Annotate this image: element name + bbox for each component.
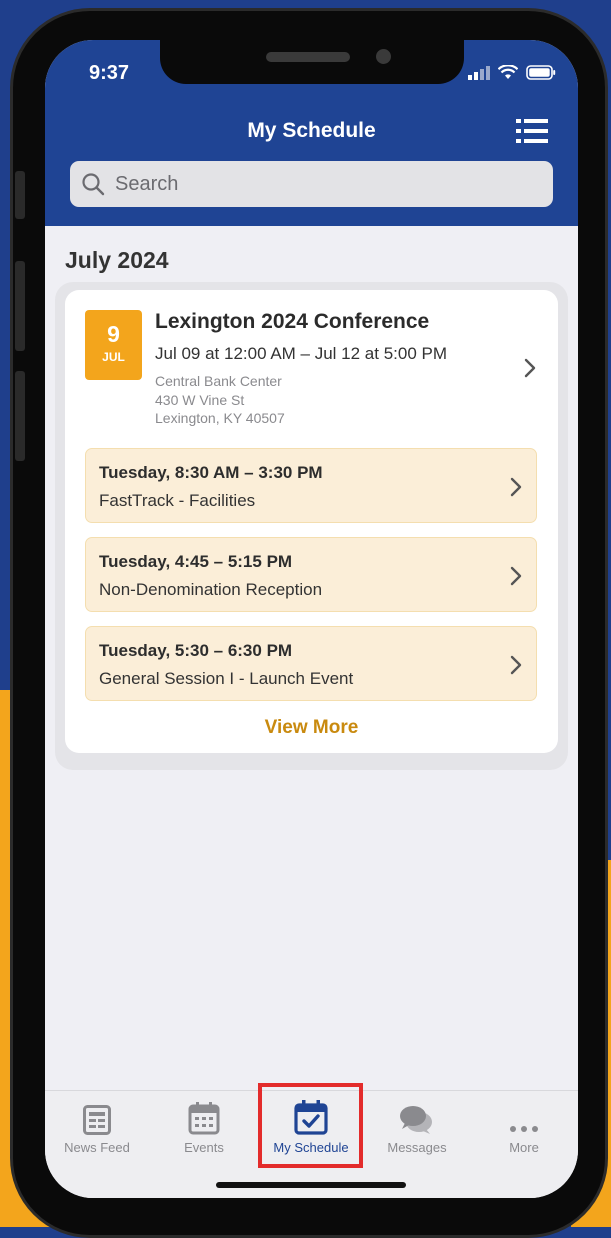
chevron-right-icon: [524, 358, 536, 378]
signal-icon: [468, 65, 490, 80]
list-menu-icon[interactable]: [516, 118, 548, 149]
search-input[interactable]: [113, 171, 517, 197]
session-item[interactable]: Tuesday, 8:30 AM – 3:30 PM FastTrack - F…: [85, 448, 537, 523]
event-venue: Central Bank Center: [155, 373, 282, 389]
search-bar[interactable]: [70, 161, 553, 207]
news-feed-icon: [83, 1105, 111, 1135]
home-indicator: [216, 1182, 406, 1188]
event-address-line1: 430 W Vine St: [155, 391, 245, 408]
tab-label: Events: [184, 1140, 224, 1155]
app-screen: 9:37 My Schedule Search July 2024 9 JUL …: [45, 40, 578, 1198]
session-name: Non-Denomination Reception: [99, 580, 323, 599]
session-time: Tuesday, 8:30 AM – 3:30 PM: [99, 463, 323, 482]
tab-label: News Feed: [64, 1140, 130, 1155]
mute-switch: [15, 171, 25, 219]
date-badge-day: 9: [107, 321, 120, 347]
tab-news-feed[interactable]: News Feed: [47, 1099, 147, 1155]
date-badge-month: JUL: [102, 350, 125, 364]
date-badge: 9 JUL: [85, 310, 142, 380]
chevron-right-icon: [510, 566, 522, 586]
ellipsis-icon: [510, 1126, 538, 1132]
session-time: Tuesday, 5:30 – 6:30 PM: [99, 641, 293, 660]
status-time: 9:37: [89, 62, 130, 84]
view-more-link[interactable]: View More: [65, 717, 558, 739]
session-time: Tuesday, 4:45 – 5:15 PM: [99, 552, 293, 571]
speaker: [266, 52, 350, 62]
tab-highlight-box: [258, 1083, 363, 1168]
volume-up-button: [15, 261, 25, 351]
session-item[interactable]: Tuesday, 5:30 – 6:30 PM General Session …: [85, 626, 537, 701]
month-heading: July 2024: [65, 247, 169, 273]
chevron-right-icon: [510, 655, 522, 675]
volume-down-button: [15, 371, 25, 461]
page-title: My Schedule: [247, 119, 376, 142]
status-icons: [468, 65, 556, 80]
notch: [160, 40, 464, 84]
event-datetime: Jul 09 at 12:00 AM – Jul 12 at 5:00 PM: [155, 344, 448, 363]
calendar-icon: [188, 1102, 220, 1135]
event-address-line2: Lexington, KY 40507: [155, 410, 285, 426]
event-title: Lexington 2024 Conference: [155, 310, 430, 333]
session-item[interactable]: Tuesday, 4:45 – 5:15 PM Non-Denomination…: [85, 537, 537, 612]
tab-label: Messages: [387, 1140, 447, 1155]
wifi-icon: [498, 65, 518, 79]
search-icon: [82, 173, 105, 196]
tab-label: More: [509, 1140, 539, 1155]
tab-events[interactable]: Events: [154, 1099, 254, 1155]
session-name: FastTrack - Facilities: [99, 491, 256, 510]
event-card: 9 JUL Lexington 2024 Conference Jul 09 a…: [65, 290, 558, 753]
battery-icon: [526, 65, 556, 80]
camera: [376, 49, 391, 64]
chat-bubbles-icon: [400, 1106, 432, 1134]
chevron-right-icon: [510, 477, 522, 497]
tab-more[interactable]: More: [474, 1099, 574, 1155]
event-address: Central Bank Center 430 W Vine St Lexing…: [155, 372, 285, 428]
tab-messages[interactable]: Messages: [367, 1099, 467, 1155]
session-name: General Session I - Launch Event: [99, 669, 354, 688]
